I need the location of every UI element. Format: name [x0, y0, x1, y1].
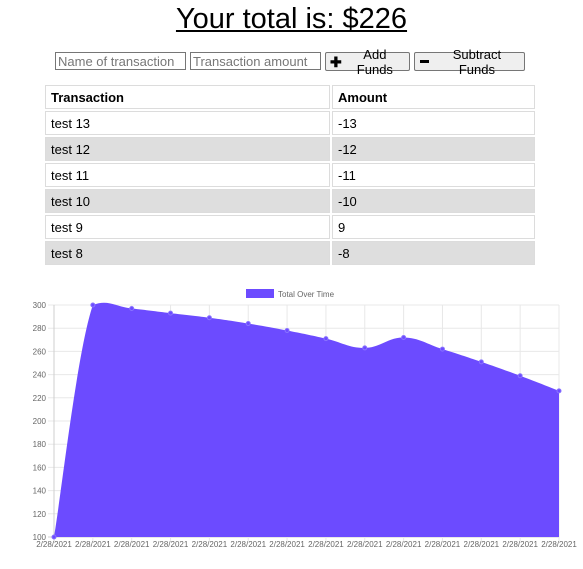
table-row: test 8 -8	[45, 241, 535, 265]
x-tick-label: 2/28/2021	[114, 540, 150, 549]
plus-icon: ✚	[330, 53, 342, 70]
data-point	[51, 534, 57, 540]
data-point	[517, 373, 523, 379]
data-point	[284, 328, 290, 334]
y-tick-label: 160	[33, 463, 47, 472]
x-tick-label: 2/28/2021	[541, 540, 577, 549]
transaction-amount-cell: 9	[332, 215, 535, 239]
y-tick-label: 300	[33, 301, 47, 310]
data-point	[245, 321, 251, 327]
table-header-row: Transaction Amount	[45, 85, 535, 109]
subtract-funds-button[interactable]: Subtract Funds	[414, 47, 525, 77]
column-header-amount: Amount	[332, 85, 535, 109]
series-area	[54, 302, 559, 537]
chart-legend: Total Over Time	[246, 289, 335, 299]
data-point	[362, 345, 368, 351]
transaction-amount-cell: -13	[332, 111, 535, 135]
data-point	[478, 359, 484, 365]
x-tick-label: 2/28/2021	[464, 540, 500, 549]
minus-icon	[420, 60, 429, 63]
x-axis: 2/28/2021 2/28/2021 2/28/2021 2/28/2021 2/28…	[36, 540, 577, 549]
data-point	[168, 310, 174, 316]
x-tick-label: 2/28/2021	[425, 540, 461, 549]
y-axis: 100120140160180200220240260280300	[33, 301, 47, 542]
table-row: test 13 -13	[45, 111, 535, 135]
x-tick-label: 2/28/2021	[269, 540, 305, 549]
y-tick-label: 260	[33, 347, 47, 356]
x-tick-label: 2/28/2021	[502, 540, 538, 549]
y-tick-label: 140	[33, 487, 47, 496]
transaction-name-cell: test 9	[45, 215, 330, 239]
add-funds-label: Add Funds	[356, 46, 393, 77]
data-point	[439, 346, 445, 352]
transaction-amount-cell: -10	[332, 189, 535, 213]
y-tick-label: 180	[33, 440, 47, 449]
transactions-table-container[interactable]: Transaction Amount test 13 -13 test 12 -…	[44, 84, 538, 282]
y-tick-label: 200	[33, 417, 47, 426]
y-tick-label: 120	[33, 510, 47, 519]
y-tick-label: 280	[33, 324, 47, 333]
transaction-name-cell: test 11	[45, 163, 330, 187]
transaction-name-cell: test 12	[45, 137, 330, 161]
x-tick-label: 2/28/2021	[192, 540, 228, 549]
table-row: test 12 -12	[45, 137, 535, 161]
data-point	[129, 305, 135, 311]
legend-swatch	[246, 289, 274, 298]
transaction-amount-input[interactable]	[190, 52, 321, 70]
x-tick-label: 2/28/2021	[347, 540, 383, 549]
transaction-name-input[interactable]	[55, 52, 186, 70]
transaction-name-cell: test 8	[45, 241, 330, 265]
transaction-name-cell: test 10	[45, 189, 330, 213]
y-tick-label: 240	[33, 371, 47, 380]
transaction-amount-cell: -8	[332, 241, 535, 265]
x-tick-label: 2/28/2021	[230, 540, 266, 549]
table-row: test 11 -11	[45, 163, 535, 187]
total-heading: Your total is: $226	[175, 3, 408, 35]
total-over-time-chart: Total Over Time 100120140160180200220240…	[33, 289, 577, 549]
x-tick-label: 2/28/2021	[386, 540, 422, 549]
x-tick-label: 2/28/2021	[308, 540, 344, 549]
x-tick-label: 2/28/2021	[36, 540, 72, 549]
data-point	[401, 334, 407, 340]
data-point	[206, 315, 212, 321]
x-tick-label: 2/28/2021	[153, 540, 189, 549]
legend-label: Total Over Time	[278, 290, 335, 299]
subtract-funds-label: Subtract Funds	[452, 46, 502, 77]
data-point	[323, 336, 329, 342]
data-point	[556, 388, 562, 394]
table-row: test 10 -10	[45, 189, 535, 213]
data-point	[90, 302, 96, 308]
table-row: test 9 9	[45, 215, 535, 239]
add-funds-button[interactable]: ✚ Add Funds	[325, 47, 410, 77]
x-tick-label: 2/28/2021	[75, 540, 111, 549]
transaction-amount-cell: -11	[332, 163, 535, 187]
y-tick-label: 220	[33, 394, 47, 403]
transaction-amount-cell: -12	[332, 137, 535, 161]
transactions-table: Transaction Amount test 13 -13 test 12 -…	[44, 84, 537, 267]
column-header-transaction: Transaction	[45, 85, 330, 109]
transaction-name-cell: test 13	[45, 111, 330, 135]
